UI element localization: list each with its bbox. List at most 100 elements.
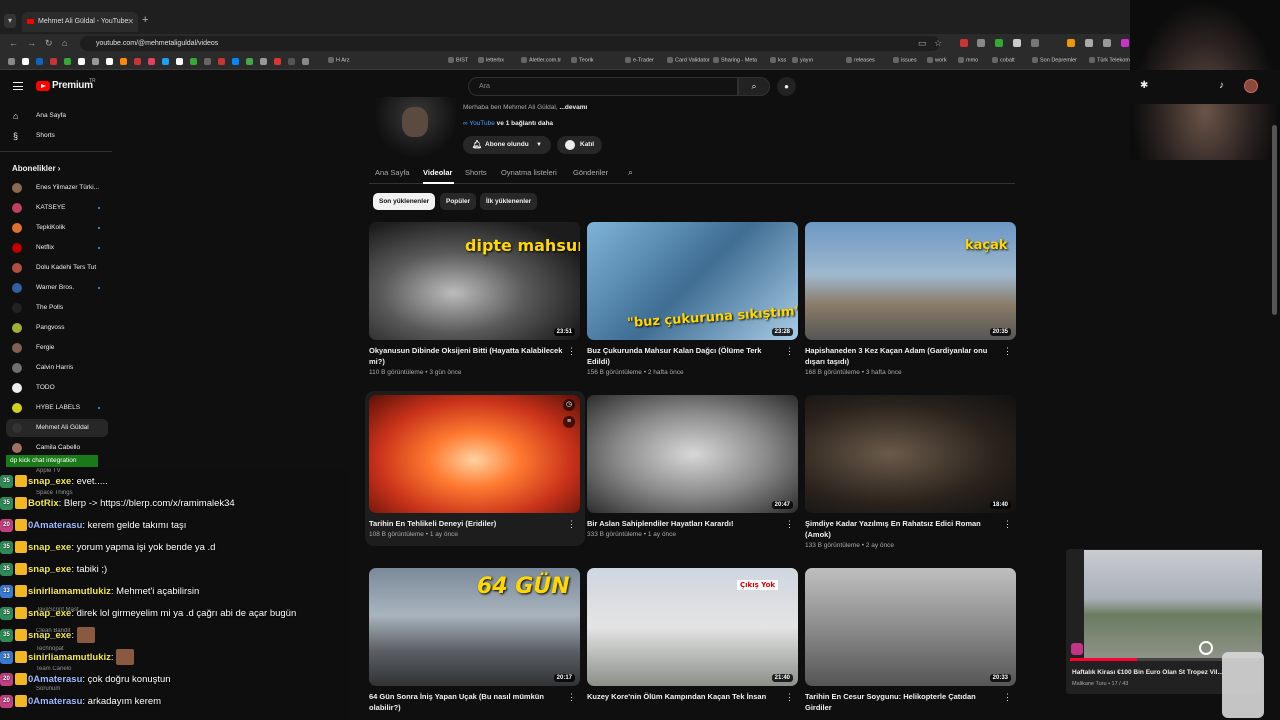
more-actions-icon[interactable]: ⋮: [567, 346, 576, 357]
forward-icon[interactable]: →: [27, 38, 36, 48]
watch-later-icon[interactable]: ◷: [563, 399, 575, 411]
extension-icon[interactable]: [1085, 39, 1093, 47]
video-title[interactable]: Buz Çukurunda Mahsur Kalan Dağcı (Ölüme …: [587, 346, 783, 367]
more-actions-icon[interactable]: ⋮: [567, 692, 576, 703]
bookmark-icon[interactable]: [50, 58, 57, 65]
sidebar-item-subscription[interactable]: Dolu Kadehi Ters Tut: [0, 259, 112, 277]
bookmark-icon[interactable]: [260, 58, 267, 65]
sidebar-item-home[interactable]: Ana Sayfa: [0, 107, 112, 125]
menu-icon[interactable]: [13, 82, 23, 90]
bookmark-icon[interactable]: [78, 58, 85, 65]
bookmark-icon[interactable]: [92, 58, 99, 65]
bookmark-item[interactable]: Türk Telekom: [1089, 57, 1130, 63]
bookmark-icon[interactable]: [8, 58, 15, 65]
sidebar-item-subscription[interactable]: Enes Yilmazer Türki...: [0, 179, 112, 197]
video-thumbnail[interactable]: dipte mahsur 23:51: [369, 222, 580, 340]
sidebar-item-subscription[interactable]: TODO: [0, 379, 112, 397]
sidebar-item-subscription[interactable]: Netflix: [0, 239, 112, 257]
miniplayer-play-indicator-icon[interactable]: [1199, 641, 1213, 655]
bookmark-item[interactable]: Card Validator: [667, 57, 710, 63]
sidebar-item-subscription[interactable]: Calvin Harris: [0, 359, 112, 377]
page-scrollbar[interactable]: [1272, 125, 1277, 315]
video-thumbnail[interactable]: Çıkış Yok 21:40: [587, 568, 798, 686]
more-actions-icon[interactable]: ⋮: [1003, 519, 1012, 530]
bookmark-icon[interactable]: [274, 58, 281, 65]
tab-videos[interactable]: Videolar: [423, 168, 452, 177]
microphone-icon[interactable]: ●: [777, 77, 796, 96]
video-title[interactable]: Okyanusun Dibinde Oksijeni Bitti (Hayatt…: [369, 346, 565, 367]
bookmark-item[interactable]: yayın: [792, 57, 813, 63]
video-title[interactable]: Bir Aslan Sahiplendiler Hayatları Karard…: [587, 519, 783, 530]
browser-tab[interactable]: Mehmet Ali Güldal - YouTube ✕: [22, 12, 138, 32]
extension-icon[interactable]: [977, 39, 985, 47]
extension-icon[interactable]: [1031, 39, 1039, 47]
back-icon[interactable]: ←: [9, 38, 18, 48]
subscribed-button[interactable]: 🔔︎ Abone olundu ▼: [463, 136, 551, 154]
bookmark-icon[interactable]: [232, 58, 239, 65]
channel-links[interactable]: ∞ YouTube ve 1 bağlantı daha: [463, 120, 553, 127]
bookmark-icon[interactable]: [22, 58, 29, 65]
video-thumbnail[interactable]: ◷ ≡: [369, 395, 580, 513]
video-thumbnail[interactable]: 18:40: [805, 395, 1016, 513]
sidebar-item-subscription[interactable]: HYBE LABELS: [0, 399, 112, 417]
bookmark-item[interactable]: letterbx: [478, 57, 504, 63]
channel-description-more[interactable]: ...devamı: [559, 104, 587, 111]
join-button[interactable]: Katıl: [557, 136, 602, 154]
channel-link-youtube[interactable]: YouTube: [469, 120, 495, 127]
channel-link-more[interactable]: ve 1 bağlantı daha: [495, 120, 553, 127]
video-thumbnail[interactable]: 64 GÜN 20:17: [369, 568, 580, 686]
sidebar-item-subscription[interactable]: Warner Bros.: [0, 279, 112, 297]
sidebar-item-subscription[interactable]: Mehmet Ali Güldal: [6, 419, 108, 437]
sidebar-item-subscription[interactable]: Fergie: [0, 339, 112, 357]
miniplayer-video[interactable]: [1084, 550, 1262, 658]
search-icon[interactable]: ⌕: [738, 77, 770, 96]
bookmark-item[interactable]: BIST: [448, 57, 468, 63]
chip-latest[interactable]: Son yüklenenler: [373, 193, 436, 210]
bookmark-icon[interactable]: [120, 58, 127, 65]
video-thumbnail[interactable]: "buz çukuruna sıkıştım" 23:28: [587, 222, 798, 340]
sidebar-item-subscription[interactable]: TepkiKolik: [0, 219, 112, 237]
bookmark-item[interactable]: issues: [893, 57, 917, 63]
account-avatar[interactable]: [1244, 79, 1258, 93]
channel-description[interactable]: Merhaba ben Mehmet Ali Güldal, ...devamı: [463, 104, 587, 111]
bookmark-icon[interactable]: [36, 58, 43, 65]
bookmark-item[interactable]: Aletler.com.tr: [521, 57, 561, 63]
video-title[interactable]: Kuzey Kore'nin Ölüm Kampından Kaçan Tek …: [587, 692, 783, 703]
channel-avatar[interactable]: [376, 97, 456, 157]
subscriptions-header[interactable]: Abonelikler ›: [12, 164, 60, 173]
home-icon[interactable]: ⌂: [62, 38, 67, 48]
bookmark-icon[interactable]: [246, 58, 253, 65]
youtube-logo-icon[interactable]: [36, 81, 50, 91]
youtube-premium-logo[interactable]: Premium: [52, 80, 93, 91]
bookmark-icon[interactable]: [64, 58, 71, 65]
sidebar-item-subscription[interactable]: The Polls: [0, 299, 112, 317]
sidebar-item-subscription[interactable]: Pangvoss: [0, 319, 112, 337]
tab-search-button[interactable]: ▾: [4, 14, 16, 28]
extension-icon[interactable]: [1067, 39, 1075, 47]
bookmark-item[interactable]: e-Trader: [625, 57, 654, 63]
video-title[interactable]: Tarihin En Cesur Soygunu: Helikopterle Ç…: [805, 692, 1001, 713]
channel-search-icon[interactable]: ⌕: [628, 167, 633, 178]
extension-icon[interactable]: [1103, 39, 1111, 47]
reload-icon[interactable]: ↻: [45, 38, 53, 49]
bookmark-icon[interactable]: [162, 58, 169, 65]
bookmark-star-icon[interactable]: ☆: [934, 38, 942, 49]
add-to-queue-icon[interactable]: ≡: [563, 416, 575, 428]
video-title[interactable]: Tarihin En Tehlikeli Deneyi (Eridiler): [369, 519, 565, 530]
extension-icon[interactable]: [960, 39, 968, 47]
bookmark-icon[interactable]: [134, 58, 141, 65]
bookmark-item[interactable]: cobalt: [992, 57, 1015, 63]
bookmark-icon[interactable]: [218, 58, 225, 65]
bookmark-icon[interactable]: [190, 58, 197, 65]
close-tab-icon[interactable]: ✕: [127, 12, 134, 32]
video-title[interactable]: Şimdiye Kadar Yazılmış En Rahatsız Edici…: [805, 519, 1001, 540]
extension-gear-icon[interactable]: ✱: [1140, 80, 1148, 91]
more-actions-icon[interactable]: ⋮: [785, 519, 794, 530]
video-title[interactable]: 64 Gün Sonra İniş Yapan Uçak (Bu nasıl m…: [369, 692, 565, 713]
new-tab-button[interactable]: +: [142, 14, 148, 26]
bookmark-item[interactable]: H Arz: [328, 57, 349, 63]
extension-icon[interactable]: [1121, 39, 1129, 47]
extension-icon[interactable]: [995, 39, 1003, 47]
sidebar-item-shorts[interactable]: Shorts: [0, 127, 112, 145]
video-thumbnail[interactable]: kaçak 20:35: [805, 222, 1016, 340]
